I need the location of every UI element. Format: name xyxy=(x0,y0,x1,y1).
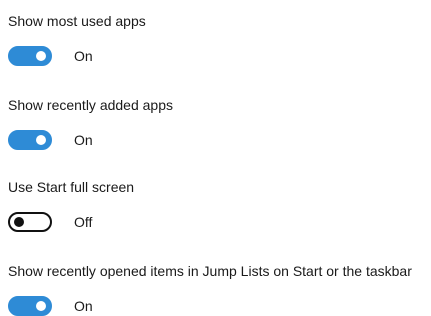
setting-label: Use Start full screen xyxy=(8,179,135,195)
toggle-state-text: On xyxy=(74,298,93,314)
toggle-state-text: On xyxy=(74,132,93,148)
toggle-state-text: On xyxy=(74,48,93,64)
toggle-switch[interactable] xyxy=(8,46,52,66)
toggle-switch[interactable] xyxy=(8,296,52,316)
show-most-used-apps-toggle-row[interactable]: On xyxy=(8,46,93,66)
toggle-knob xyxy=(36,135,46,145)
show-jump-list-items-toggle-row[interactable]: On xyxy=(8,296,93,316)
toggle-switch[interactable] xyxy=(8,212,52,232)
toggle-knob xyxy=(36,51,46,61)
setting-label: Show recently added apps xyxy=(8,97,173,113)
setting-label: Show most used apps xyxy=(8,13,146,29)
setting-label: Show recently opened items in Jump Lists… xyxy=(8,263,412,279)
toggle-state-text: Off xyxy=(74,214,93,230)
show-recently-added-apps-toggle-row[interactable]: On xyxy=(8,130,93,150)
use-start-full-screen-toggle-row[interactable]: Off xyxy=(8,212,92,232)
toggle-knob xyxy=(14,217,24,227)
toggle-switch[interactable] xyxy=(8,130,52,150)
toggle-knob xyxy=(36,301,46,311)
